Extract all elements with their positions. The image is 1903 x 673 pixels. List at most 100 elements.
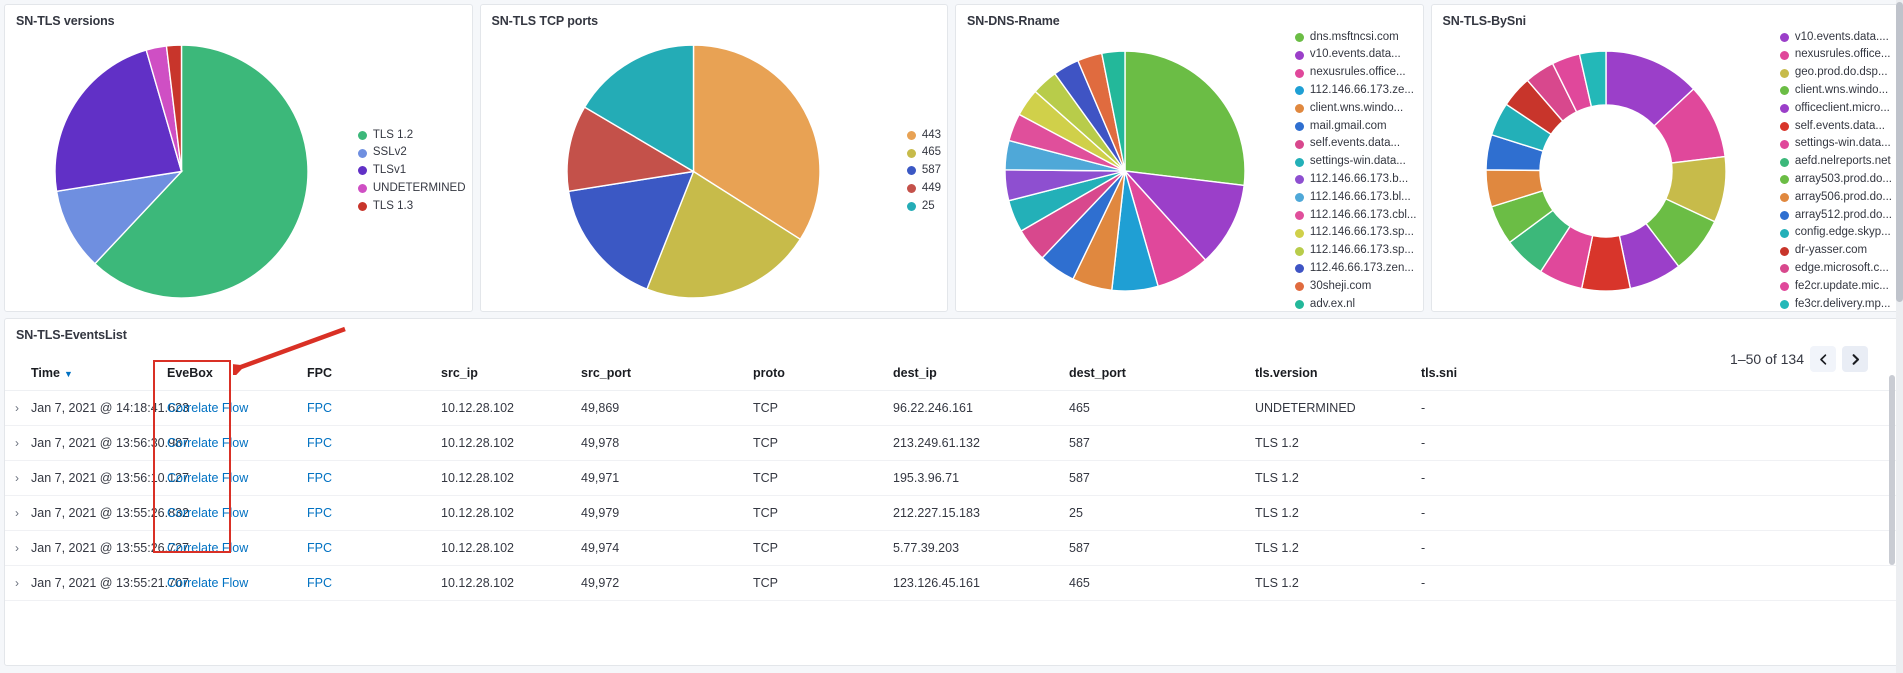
pie-chart[interactable] — [956, 31, 1295, 311]
legend-item[interactable]: client.wns.windo... — [1294, 100, 1417, 118]
cell-fpc[interactable]: FPC — [307, 565, 441, 601]
chevron-right-icon[interactable]: › — [5, 506, 19, 520]
cell-evebox-value[interactable]: Correlate Flow — [167, 541, 248, 555]
legend-item[interactable]: self.events.data... — [1779, 118, 1892, 136]
expand-row-cell[interactable]: › — [5, 390, 31, 426]
legend-item[interactable]: mail.gmail.com — [1294, 118, 1417, 136]
legend-item[interactable]: 465 — [906, 144, 941, 162]
cell-fpc-value[interactable]: FPC — [307, 576, 332, 590]
cell-evebox-value[interactable]: Correlate Flow — [167, 506, 248, 520]
expand-row-cell[interactable]: › — [5, 495, 31, 531]
expand-row-cell[interactable]: › — [5, 460, 31, 496]
sort-desc-icon[interactable]: ▼ — [60, 369, 73, 379]
legend-item[interactable]: TLSv1 — [357, 162, 466, 180]
column-header-src-port[interactable]: src_port — [581, 358, 753, 391]
legend-item[interactable]: self.events.data... — [1294, 135, 1417, 153]
cell-fpc[interactable]: FPC — [307, 425, 441, 461]
legend-item[interactable]: 30sheji.com — [1294, 278, 1417, 296]
chevron-right-icon[interactable]: › — [5, 541, 19, 555]
page-scrollbar[interactable] — [1896, 0, 1903, 673]
cell-evebox-value[interactable]: Correlate Flow — [167, 471, 248, 485]
table-row[interactable]: › Jan 7, 2021 @ 13:55:21.707 Correlate Flo… — [5, 565, 1898, 601]
legend-item[interactable]: edge.microsoft.c... — [1779, 260, 1892, 278]
events-table-scrollbar[interactable] — [1888, 375, 1896, 661]
column-header-evebox[interactable]: EveBox — [157, 358, 307, 391]
cell-fpc[interactable]: FPC — [307, 495, 441, 531]
column-header-src-ip[interactable]: src_ip — [441, 358, 581, 391]
legend-item[interactable]: settings-win.data... — [1294, 153, 1417, 171]
cell-fpc-value[interactable]: FPC — [307, 506, 332, 520]
cell-evebox[interactable]: Correlate Flow — [157, 530, 307, 566]
legend-item[interactable]: aefd.nelreports.net — [1779, 153, 1892, 171]
pie-slice[interactable] — [1124, 51, 1246, 187]
legend-item[interactable]: 449 — [906, 180, 941, 198]
table-row[interactable]: › Jan 7, 2021 @ 13:55:26.727 Correlate Flo… — [5, 530, 1898, 566]
pie-chart[interactable] — [1432, 31, 1780, 311]
legend-item[interactable]: SSLv2 — [357, 144, 466, 162]
cell-fpc-value[interactable]: FPC — [307, 401, 332, 415]
column-header-tls-version[interactable]: tls.version — [1255, 358, 1421, 391]
cell-evebox[interactable]: Correlate Flow — [157, 425, 307, 461]
legend-item[interactable]: nexusrules.office... — [1294, 64, 1417, 82]
events-table-scrollbar-thumb[interactable] — [1889, 375, 1895, 565]
chevron-right-icon[interactable]: › — [5, 471, 19, 485]
legend-item[interactable]: array506.prod.do... — [1779, 189, 1892, 207]
cell-fpc-value[interactable]: FPC — [307, 436, 332, 450]
expand-row-cell[interactable]: › — [5, 425, 31, 461]
cell-evebox[interactable]: Correlate Flow — [157, 390, 307, 426]
chevron-right-icon[interactable] — [1842, 346, 1868, 372]
legend-item[interactable]: v10.events.data.... — [1779, 31, 1892, 46]
legend-item[interactable]: v10.events.data... — [1294, 46, 1417, 64]
expand-row-cell[interactable]: › — [5, 530, 31, 566]
legend-item[interactable]: nexusrules.office... — [1779, 46, 1892, 64]
legend-item[interactable]: fe2cr.update.mic... — [1779, 278, 1892, 296]
legend-item[interactable]: 112.146.66.173.bl... — [1294, 189, 1417, 207]
cell-fpc-value[interactable]: FPC — [307, 541, 332, 555]
cell-fpc[interactable]: FPC — [307, 390, 441, 426]
legend-item[interactable]: geo.prod.do.dsp... — [1779, 64, 1892, 82]
cell-evebox[interactable]: Correlate Flow — [157, 460, 307, 496]
cell-evebox-value[interactable]: Correlate Flow — [167, 401, 248, 415]
column-header-dest-ip[interactable]: dest_ip — [893, 358, 1069, 391]
cell-evebox[interactable]: Correlate Flow — [157, 495, 307, 531]
chevron-right-icon[interactable]: › — [5, 401, 19, 415]
legend-item[interactable]: TLS 1.2 — [357, 127, 466, 145]
legend-item[interactable]: config.edge.skyp... — [1779, 224, 1892, 242]
cell-evebox-value[interactable]: Correlate Flow — [167, 576, 248, 590]
legend-item[interactable]: 112.146.66.173.sp... — [1294, 224, 1417, 242]
cell-fpc[interactable]: FPC — [307, 460, 441, 496]
cell-evebox[interactable]: Correlate Flow — [157, 565, 307, 601]
legend-item[interactable]: UNDETERMINED — [357, 180, 466, 198]
table-row[interactable]: › Jan 7, 2021 @ 13:56:10.127 Correlate Flo… — [5, 460, 1898, 496]
chevron-left-icon[interactable] — [1810, 346, 1836, 372]
legend-item[interactable]: 25 — [906, 198, 941, 216]
legend-item[interactable]: 112.46.66.173.zen... — [1294, 260, 1417, 278]
page-scrollbar-thumb[interactable] — [1896, 2, 1903, 302]
table-row[interactable]: › Jan 7, 2021 @ 13:56:30.987 Correlate Flo… — [5, 425, 1898, 461]
legend-item[interactable]: officeclient.micro... — [1779, 100, 1892, 118]
legend-item[interactable]: 112.146.66.173.cbl... — [1294, 207, 1417, 225]
legend-item[interactable]: 443 — [906, 127, 941, 145]
table-row[interactable]: › Jan 7, 2021 @ 13:55:26.832 Correlate Flo… — [5, 495, 1898, 531]
legend-item[interactable]: client.wns.windo... — [1779, 82, 1892, 100]
legend-item[interactable]: fe3cr.delivery.mp... — [1779, 296, 1892, 311]
chevron-right-icon[interactable]: › — [5, 436, 19, 450]
legend-item[interactable]: dns.msftncsi.com — [1294, 31, 1417, 46]
legend-item[interactable]: adv.ex.nl — [1294, 296, 1417, 311]
legend-item[interactable]: 112.146.66.173.ze... — [1294, 82, 1417, 100]
legend-item[interactable]: 112.146.66.173.sp... — [1294, 242, 1417, 260]
cell-fpc-value[interactable]: FPC — [307, 471, 332, 485]
cell-evebox-value[interactable]: Correlate Flow — [167, 436, 248, 450]
pie-chart[interactable] — [481, 31, 907, 311]
legend-item[interactable]: 587 — [906, 162, 941, 180]
legend-item[interactable]: array512.prod.do... — [1779, 207, 1892, 225]
expand-row-cell[interactable]: › — [5, 565, 31, 601]
column-header-proto[interactable]: proto — [753, 358, 893, 391]
chevron-right-icon[interactable]: › — [5, 576, 19, 590]
column-header-dest-port[interactable]: dest_port — [1069, 358, 1255, 391]
cell-fpc[interactable]: FPC — [307, 530, 441, 566]
column-header-fpc[interactable]: FPC — [307, 358, 441, 391]
column-header-time[interactable]: Time ▼ — [31, 358, 157, 391]
legend-item[interactable]: array503.prod.do... — [1779, 171, 1892, 189]
legend-item[interactable]: TLS 1.3 — [357, 198, 466, 216]
